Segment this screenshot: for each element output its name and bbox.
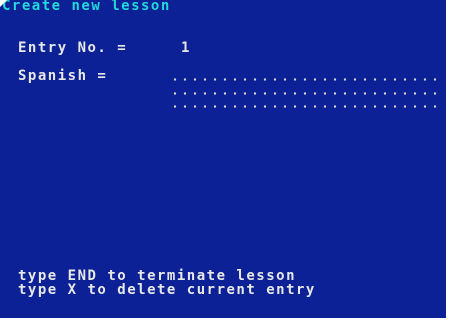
help-delete-entry: type X to delete current entry [18,282,316,298]
screen-title: Create new lesson [2,0,171,14]
spanish-input-line-1[interactable] [170,78,440,81]
spanish-field-label: Spanish = [18,68,108,84]
help-end-lesson: type END to terminate lesson [18,268,297,284]
spanish-input-line-2[interactable] [170,92,440,95]
entry-number-value: 1 [181,40,191,56]
spanish-input-line-3[interactable] [170,105,440,108]
lesson-editor-screen: Create new lesson Entry No. = 1 Spanish … [0,0,446,318]
entry-number-label: Entry No. = [18,40,128,56]
